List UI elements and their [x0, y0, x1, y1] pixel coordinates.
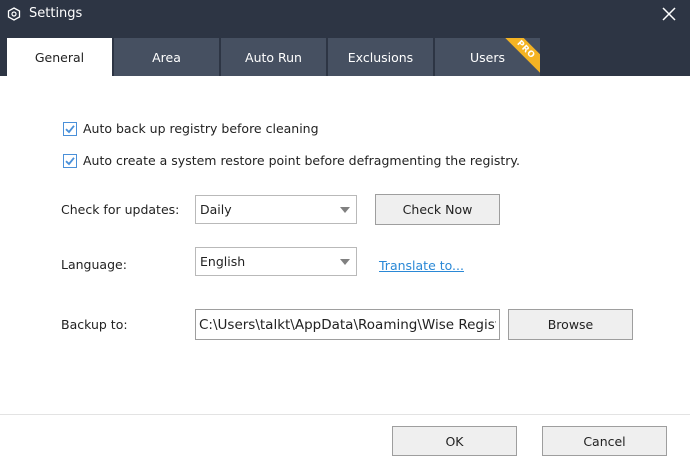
tab-area[interactable]: Area — [114, 38, 219, 76]
tab-general-label: General — [34, 49, 85, 65]
dropdown-arrow-icon — [340, 259, 350, 265]
tab-users[interactable]: Users PRO — [435, 38, 540, 76]
language-label: Language: — [61, 257, 127, 272]
update-frequency-value: Daily — [200, 202, 232, 217]
restore-point-option: Auto create a system restore point befor… — [63, 153, 520, 168]
backup-path-input[interactable] — [195, 309, 500, 340]
language-select[interactable]: English — [195, 247, 357, 276]
checkmark-icon — [65, 156, 75, 165]
backup-registry-label: Auto back up registry before cleaning — [83, 121, 319, 136]
dropdown-arrow-icon — [340, 207, 350, 213]
tab-exclusions-label: Exclusions — [347, 49, 414, 65]
cancel-button[interactable]: Cancel — [542, 426, 667, 456]
tab-auto-run[interactable]: Auto Run — [221, 38, 326, 76]
restore-point-label: Auto create a system restore point befor… — [83, 153, 520, 168]
app-logo-icon — [7, 7, 21, 21]
tab-area-label: Area — [152, 49, 181, 65]
tab-general[interactable]: General — [7, 38, 112, 76]
restore-point-checkbox[interactable] — [63, 153, 77, 168]
title-bar: Settings General Area Auto Run Exclusion… — [0, 0, 690, 76]
check-now-button[interactable]: Check Now — [375, 194, 500, 225]
close-icon — [662, 7, 676, 21]
pro-badge: PRO — [501, 38, 540, 74]
translate-link[interactable]: Translate to... — [379, 258, 464, 273]
tab-bar: General Area Auto Run Exclusions Users P… — [7, 38, 540, 76]
tab-exclusions[interactable]: Exclusions — [328, 38, 433, 76]
close-button[interactable] — [657, 2, 681, 26]
tab-auto-run-label: Auto Run — [245, 49, 302, 65]
window-title: Settings — [29, 6, 83, 21]
backup-to-label: Backup to: — [61, 317, 128, 332]
check-updates-label: Check for updates: — [61, 202, 180, 217]
browse-button[interactable]: Browse — [508, 309, 633, 340]
backup-registry-option: Auto back up registry before cleaning — [63, 121, 319, 136]
language-value: English — [200, 254, 246, 269]
update-frequency-select[interactable]: Daily — [195, 195, 357, 224]
tab-users-label: Users — [469, 49, 505, 65]
ok-button[interactable]: OK — [392, 426, 517, 456]
checkmark-icon — [65, 124, 75, 133]
footer-divider — [0, 414, 690, 415]
backup-registry-checkbox[interactable] — [63, 121, 77, 136]
